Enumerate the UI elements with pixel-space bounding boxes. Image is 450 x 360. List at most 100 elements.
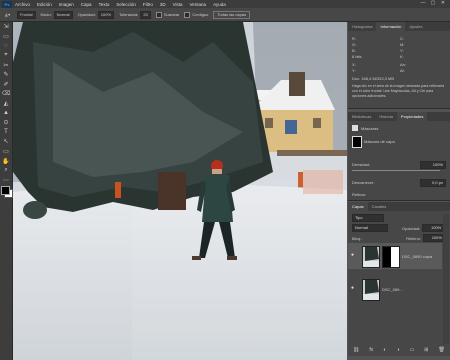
- text-tool-icon[interactable]: T: [0, 128, 12, 138]
- density-label: Densidad:: [352, 162, 371, 167]
- opacity-input[interactable]: 100%: [97, 10, 115, 19]
- stamp-tool-icon[interactable]: ✐: [0, 80, 12, 90]
- new-layer-icon[interactable]: ⊞: [424, 347, 428, 353]
- tab-canales[interactable]: Canales: [368, 202, 391, 211]
- tool-hint-text: Haga clic en el área de la imagen desead…: [352, 84, 445, 98]
- options-bar: ◭▾ Frontal Modo: Normal Opacidad: 100% Tol…: [0, 8, 450, 22]
- mode-label: Modo:: [40, 12, 52, 17]
- shape-tool-icon[interactable]: ▭: [0, 147, 12, 157]
- height-label: Al:: [400, 68, 405, 73]
- menu-edicion[interactable]: Edición: [37, 2, 52, 7]
- layer-row[interactable]: ● DSC_0890 copia: [348, 243, 442, 269]
- photo-snow-scene: [13, 22, 347, 360]
- layers-bottom-bar: ⛓ fx ◐ ◑ ▭ ⊞ 🗑: [348, 344, 450, 356]
- move-tool-icon[interactable]: ⇲: [0, 22, 12, 32]
- opacity-label: Opacidad:: [77, 12, 96, 17]
- dodge-tool-icon[interactable]: ⊙: [0, 118, 12, 128]
- mask-icon: [352, 125, 358, 131]
- refine-label: Refinar:: [352, 192, 367, 197]
- density-slider[interactable]: [352, 170, 440, 171]
- eye-icon[interactable]: ●: [351, 252, 354, 258]
- more-tools-icon[interactable]: ⋯: [0, 176, 12, 186]
- zoom-tool-icon[interactable]: ⌕: [0, 166, 12, 176]
- layer-name: DSC_0890 copia: [402, 254, 433, 259]
- layers-scrollbar[interactable]: [443, 214, 449, 344]
- menu-imagen[interactable]: Imagen: [59, 2, 74, 7]
- tab-informacion[interactable]: Información: [376, 22, 406, 31]
- minimize-icon[interactable]: —: [418, 0, 428, 6]
- smooth-checkbox[interactable]: [155, 11, 162, 18]
- brush-tool-icon[interactable]: ✎: [0, 70, 12, 80]
- marquee-tool-icon[interactable]: ▭: [0, 32, 12, 42]
- tab-historia[interactable]: Historia: [375, 112, 397, 121]
- menu-seleccion[interactable]: Selección: [116, 2, 136, 7]
- info-panel: Histograma Información Ajustes R: G: B: …: [348, 22, 450, 109]
- path-select-tool-icon[interactable]: ↖: [0, 137, 12, 147]
- menu-capa[interactable]: Capa: [81, 2, 92, 7]
- all-layers-button[interactable]: Todas las capas: [213, 10, 251, 19]
- layer-opacity-input[interactable]: 100%: [422, 224, 445, 232]
- fx-icon[interactable]: fx: [369, 347, 373, 353]
- tab-capas[interactable]: Capas: [348, 202, 368, 211]
- group-icon[interactable]: ▭: [410, 347, 415, 353]
- tab-ajustes[interactable]: Ajustes: [405, 22, 426, 31]
- menu-3d[interactable]: 3D: [160, 2, 166, 7]
- feather-label: Desvanecer:: [352, 180, 375, 185]
- bucket-tool-icon[interactable]: ◭▾: [5, 12, 10, 17]
- menu-archivo[interactable]: Archivo: [15, 2, 30, 7]
- y-coord-label: Y:: [352, 68, 356, 73]
- layer-thumbnail: [362, 279, 380, 301]
- doc-size-label: Doc: 168,4 M/333,3 MB: [352, 76, 395, 81]
- contiguous-label: Contiguo: [192, 12, 209, 17]
- paint-bucket-tool-icon[interactable]: ◭: [0, 99, 12, 109]
- link-icon[interactable]: ⛓: [353, 347, 359, 353]
- photoshop-logo: Ps: [2, 0, 12, 8]
- properties-type-label: Máscaras: [361, 125, 379, 131]
- hand-tool-icon[interactable]: ✋: [0, 156, 12, 166]
- feather-input[interactable]: 0,0 px: [420, 179, 446, 187]
- slice-tool-icon[interactable]: ✂: [0, 60, 12, 70]
- layer-opacity-label: Opacidad:: [402, 225, 421, 231]
- properties-panel: Bibliotecas Historia Propiedades Máscara…: [348, 112, 450, 201]
- fill-input[interactable]: 100%: [422, 234, 445, 242]
- tolerance-input[interactable]: 20: [140, 10, 151, 19]
- color-swatches[interactable]: [0, 185, 13, 199]
- layer-filter-select[interactable]: Tipo: [352, 214, 384, 222]
- foreground-color-swatch[interactable]: [1, 186, 10, 196]
- mode-select[interactable]: Normal: [53, 10, 73, 19]
- lock-label: Bloq.:: [352, 235, 363, 241]
- maximize-icon[interactable]: ▢: [428, 0, 438, 6]
- lasso-tool-icon[interactable]: ◌: [0, 41, 12, 51]
- smooth-label: Suavizar: [163, 12, 180, 17]
- blend-mode-select[interactable]: Normal: [352, 224, 388, 232]
- layer-mask-thumbnail[interactable]: [382, 246, 400, 268]
- add-mask-icon[interactable]: ◐: [383, 347, 386, 353]
- menu-vista[interactable]: Vista: [173, 2, 183, 7]
- trash-icon[interactable]: 🗑: [439, 347, 445, 353]
- tab-bibliotecas[interactable]: Bibliotecas: [348, 112, 375, 121]
- close-icon[interactable]: ✕: [438, 0, 448, 6]
- menu-ventana[interactable]: Ventana: [190, 2, 207, 7]
- k-label: K:: [400, 54, 404, 59]
- bit-label: 8 bits: [352, 54, 362, 59]
- eye-icon[interactable]: ●: [351, 285, 354, 291]
- menu-texto[interactable]: Texto: [99, 2, 110, 7]
- layer-thumbnail: [362, 246, 380, 268]
- preset-select[interactable]: Frontal: [17, 10, 36, 19]
- contiguous-checkbox[interactable]: [184, 11, 191, 18]
- tab-propiedades[interactable]: Propiedades: [396, 112, 428, 121]
- adjustment-layer-icon[interactable]: ◑: [396, 347, 399, 353]
- tab-histograma[interactable]: Histograma: [348, 22, 376, 31]
- crop-tool-icon[interactable]: ⌖: [0, 51, 12, 61]
- document-canvas[interactable]: [13, 22, 347, 360]
- blur-tool-icon[interactable]: ▲: [0, 108, 12, 118]
- layer-name: DSC_089...: [382, 287, 403, 292]
- mask-label: Máscara de capa: [364, 139, 395, 144]
- eraser-tool-icon[interactable]: ⌫: [0, 89, 12, 99]
- mask-thumbnail[interactable]: [352, 136, 362, 148]
- layers-panel: Capas Canales Tipo Normal Opacidad: 100%…: [348, 202, 450, 345]
- menu-ayuda[interactable]: Ayuda: [213, 2, 226, 7]
- density-input[interactable]: 100%: [420, 161, 446, 169]
- layer-row[interactable]: ● DSC_089...: [348, 276, 442, 302]
- menu-filtro[interactable]: Filtro: [143, 2, 153, 7]
